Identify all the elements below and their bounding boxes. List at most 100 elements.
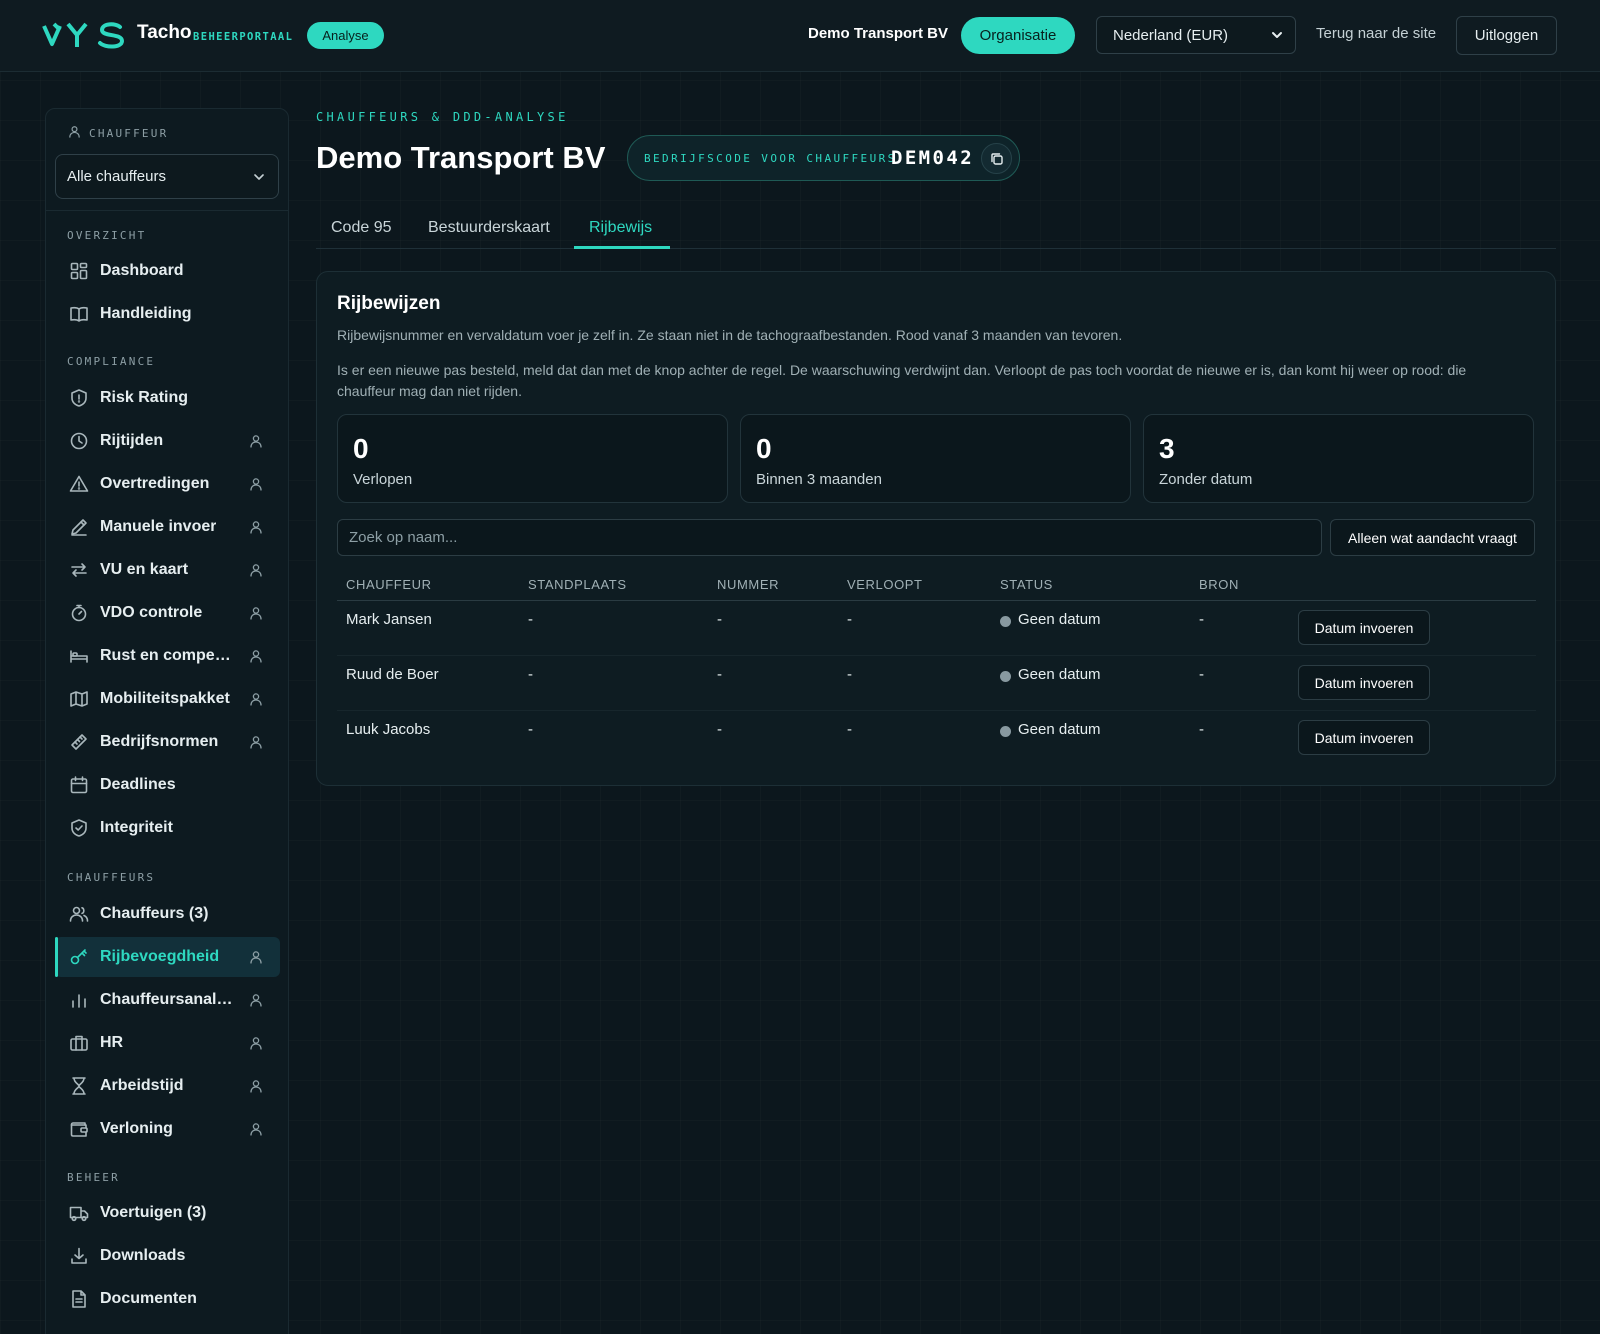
warning-icon <box>69 475 89 492</box>
card-title: Rijbewijzen <box>337 293 441 314</box>
column-header-verloopt[interactable]: VERLOOPT <box>847 577 923 592</box>
sidebar-item-integriteit[interactable]: Integriteit <box>55 808 280 848</box>
calendar-icon <box>70 776 88 794</box>
chauffeur-select[interactable]: Alle chauffeurs <box>55 154 279 199</box>
tabs-divider <box>316 248 1556 249</box>
chevron-down-icon <box>1272 32 1282 38</box>
enter-date-button[interactable]: Datum invoeren <box>1298 665 1430 700</box>
enter-date-button[interactable]: Datum invoeren <box>1298 720 1430 755</box>
user-icon <box>250 564 262 577</box>
sidebar-item-rust-en-compensatie[interactable]: Rust en compensatie <box>55 636 280 676</box>
search-input[interactable] <box>337 519 1322 556</box>
sidebar-item-overtredingen[interactable]: Overtredingen <box>55 464 280 504</box>
country-select[interactable]: Nederland (EUR) <box>1096 16 1296 54</box>
logout-button[interactable]: Uitloggen <box>1456 16 1557 55</box>
chauffeur-select-value: Alle chauffeurs <box>67 168 166 185</box>
sidebar-item-chauffeurs[interactable]: Chauffeurs (3) <box>55 894 280 934</box>
column-header-status[interactable]: STATUS <box>1000 577 1053 592</box>
shield-icon <box>71 389 87 407</box>
analyse-badge[interactable]: Analyse <box>307 22 384 49</box>
stat-value: 0 <box>353 433 369 464</box>
sidebar-item-label: Documenten <box>100 1290 197 1307</box>
user-icon <box>250 1080 262 1093</box>
sidebar-item-mobiliteitspakket[interactable]: Mobiliteitspakket <box>55 679 280 719</box>
tab-bestuurderskaart[interactable]: Bestuurderskaart <box>428 219 550 237</box>
cell-standplaats: - <box>528 666 533 683</box>
sidebar-item-label: Handleiding <box>100 305 192 322</box>
document-icon <box>72 1290 86 1308</box>
stat-label: Verlopen <box>353 471 413 488</box>
sidebar-item-bedrijfsnormen[interactable]: Bedrijfsnormen <box>55 722 280 762</box>
user-icon <box>250 1037 262 1050</box>
company-code-label: BEDRIJFSCODE VOOR CHAUFFEURS <box>644 152 897 165</box>
sidebar-item-downloads[interactable]: Downloads <box>55 1236 280 1276</box>
user-icon <box>250 650 262 663</box>
sidebar-item-chauffeursanalyse[interactable]: Chauffeursanalyse <box>55 980 280 1020</box>
column-header-standplaats[interactable]: STANDPLAATS <box>528 577 627 592</box>
sidebar-item-manuele-invoer[interactable]: Manuele invoer <box>55 507 280 547</box>
chauffeur-filter-label: CHAUFFEUR <box>89 127 169 140</box>
user-icon <box>250 435 262 448</box>
card-description: Rijbewijsnummer en vervaldatum voer je z… <box>337 327 1123 343</box>
chevron-down-icon <box>254 174 264 180</box>
rijbewijzen-card: Rijbewijzen Rijbewijsnummer en vervaldat… <box>316 271 1556 786</box>
sidebar-item-label: Arbeidstijd <box>100 1077 184 1094</box>
stat-zonder-datum: 3 Zonder datum <box>1143 414 1534 503</box>
column-header-chauffeur[interactable]: CHAUFFEUR <box>346 577 432 592</box>
copy-code-button[interactable] <box>981 143 1012 174</box>
tab-code-95[interactable]: Code 95 <box>331 219 392 237</box>
stat-label: Zonder datum <box>1159 471 1253 488</box>
enter-date-button[interactable]: Datum invoeren <box>1298 610 1430 645</box>
sidebar-item-verloning[interactable]: Verloning <box>55 1109 280 1149</box>
organization-name: Demo Transport BV <box>808 25 949 42</box>
sidebar-item-handleiding[interactable]: Handleiding <box>55 294 280 334</box>
wallet-icon <box>70 1122 88 1137</box>
column-header-nummer[interactable]: NUMMER <box>717 577 779 592</box>
cell-nummer: - <box>717 721 722 738</box>
organisatie-button[interactable]: Organisatie <box>961 17 1075 54</box>
cell-chauffeur: Luuk Jacobs <box>346 721 431 738</box>
status-dot <box>1000 616 1011 627</box>
status-dot <box>1000 726 1011 737</box>
users-icon <box>69 906 89 922</box>
user-icon <box>250 994 262 1007</box>
page-title: Demo Transport BV <box>316 140 606 175</box>
sidebar-item-arbeidstijd[interactable]: Arbeidstijd <box>55 1066 280 1106</box>
section-label-compliance: COMPLIANCE <box>67 355 156 368</box>
sidebar-item-vu-en-kaart[interactable]: VU en kaart <box>55 550 280 590</box>
column-header-bron[interactable]: BRON <box>1199 577 1239 592</box>
copy-icon <box>991 153 1003 165</box>
attention-filter-button[interactable]: Alleen wat aandacht vraagt <box>1330 519 1535 556</box>
user-icon <box>250 736 262 749</box>
user-icon <box>250 478 262 491</box>
sidebar-item-dashboard[interactable]: Dashboard <box>55 251 280 291</box>
sidebar-item-documenten[interactable]: Documenten <box>55 1279 280 1319</box>
sidebar-item-rijbevoegdheid[interactable]: Rijbevoegdheid <box>55 937 280 977</box>
sidebar-item-label: VDO controle <box>100 604 203 621</box>
sidebar-item-label: Chauffeurs (3) <box>100 905 209 922</box>
map-icon <box>70 691 88 707</box>
back-to-site-link[interactable]: Terug naar de site <box>1316 25 1436 42</box>
sidebar-item-hr[interactable]: HR <box>55 1023 280 1063</box>
sidebar-item-voertuigen[interactable]: Voertuigen (3) <box>55 1193 280 1233</box>
sidebar-item-label: Manuele invoer <box>100 518 217 535</box>
sidebar-item-label: Chauffeursanalyse <box>100 991 240 1008</box>
shield-check-icon <box>71 819 87 837</box>
country-select-value: Nederland (EUR) <box>1113 26 1229 44</box>
tab-rijbewijs[interactable]: Rijbewijs <box>589 219 652 237</box>
cell-nummer: - <box>717 611 722 628</box>
grid-icon <box>70 262 88 280</box>
vys-logo[interactable] <box>42 20 128 50</box>
company-code-value: DEM042 <box>891 147 975 169</box>
sidebar-item-label: Bedrijfsnormen <box>100 733 219 750</box>
stat-verlopen: 0 Verlopen <box>337 414 728 503</box>
sidebar-item-vdo-controle[interactable]: VDO controle <box>55 593 280 633</box>
user-icon <box>250 1123 262 1136</box>
briefcase-icon <box>70 1035 88 1051</box>
table-row: Mark Jansen - - - Geen datum - Datum inv… <box>337 601 1536 656</box>
sidebar-item-rijtijden[interactable]: Rijtijden <box>55 421 280 461</box>
sidebar-item-label: Rijbevoegdheid <box>100 948 220 965</box>
sidebar-item-risk-rating[interactable]: Risk Rating <box>55 378 280 418</box>
sidebar-item-label: Overtredingen <box>100 475 210 492</box>
sidebar-item-deadlines[interactable]: Deadlines <box>55 765 280 805</box>
